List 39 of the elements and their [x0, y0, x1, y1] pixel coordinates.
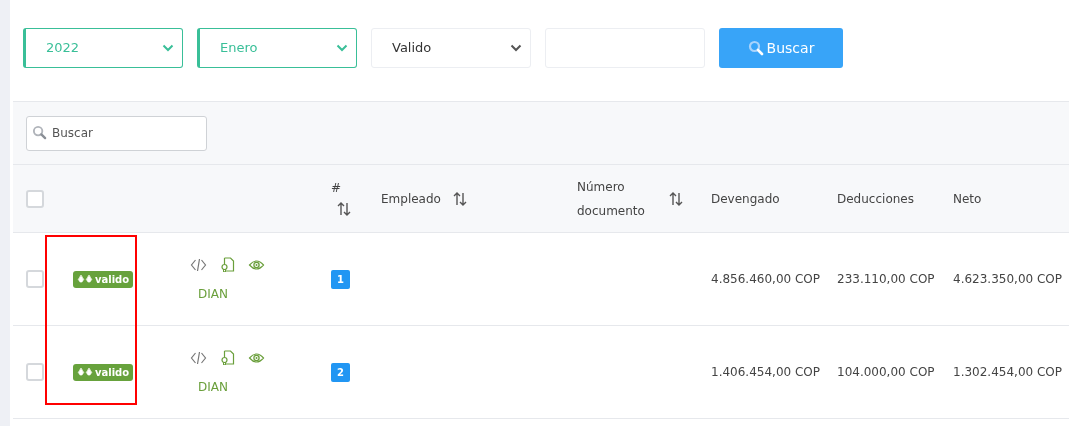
dropdown[interactable]: 2022	[23, 27, 183, 68]
number-badge: 1	[331, 269, 350, 289]
column-header: Número documento	[577, 178, 646, 220]
dian-link[interactable]: DIAN	[198, 287, 228, 301]
status-badge: valido	[73, 363, 134, 381]
table-cell: 104.000,00 COP	[837, 365, 935, 379]
status-badge: valido	[73, 270, 134, 288]
chevron-icon	[336, 43, 348, 52]
search-field[interactable]: Buscar	[26, 115, 207, 151]
column-header: Empleado	[381, 191, 441, 206]
sort-icon[interactable]	[337, 200, 351, 217]
code-icon[interactable]	[190, 257, 207, 273]
code-icon[interactable]	[190, 350, 207, 366]
document-icon[interactable]	[219, 350, 236, 366]
chevron-icon	[162, 43, 174, 52]
dropdown[interactable]: Valido	[371, 27, 531, 68]
column-header: Neto	[953, 191, 982, 206]
table-cell: 233.110,00 COP	[837, 272, 935, 286]
column-header: Devengado	[711, 191, 780, 206]
sort-icon[interactable]	[452, 190, 467, 207]
eye-icon[interactable]	[248, 257, 265, 273]
eye-icon[interactable]	[248, 350, 265, 366]
table-cell: 1.302.454,00 COP	[953, 365, 1063, 379]
sort-icon[interactable]	[669, 190, 683, 207]
search-button[interactable]: Buscar	[719, 27, 843, 68]
chevron-icon	[510, 43, 522, 52]
dropdown[interactable]: Enero	[197, 27, 357, 68]
table-cell: 4.856.460,00 COP	[711, 272, 821, 286]
dian-link[interactable]: DIAN	[198, 380, 228, 394]
document-icon[interactable]	[219, 257, 236, 273]
column-header: #	[331, 180, 342, 195]
number-badge: 2	[331, 362, 350, 382]
table-cell: 4.623.350,00 COP	[953, 272, 1063, 286]
column-header: Deducciones	[837, 191, 914, 206]
checkbox[interactable]	[26, 363, 44, 381]
table-cell: 1.406.454,00 COP	[711, 365, 821, 379]
checkbox[interactable]	[26, 270, 44, 288]
checkbox[interactable]	[26, 189, 44, 208]
search-icon	[747, 39, 764, 56]
